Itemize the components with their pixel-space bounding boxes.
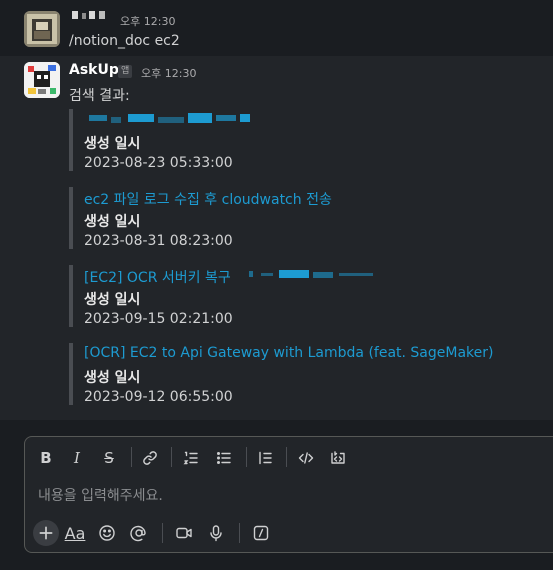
toolbar-divider bbox=[171, 447, 172, 467]
plus-icon[interactable] bbox=[33, 520, 59, 546]
bot-avatar[interactable] bbox=[24, 62, 60, 98]
blockquote-icon[interactable] bbox=[252, 445, 278, 471]
user-avatar[interactable] bbox=[24, 11, 60, 47]
user-name-redacted[interactable] bbox=[69, 9, 109, 21]
strikethrough-icon[interactable]: S bbox=[96, 445, 122, 471]
result-date: 2023-09-15 02:21:00 bbox=[84, 311, 233, 327]
message-timestamp[interactable]: 오후 12:30 bbox=[120, 13, 175, 29]
message-timestamp[interactable]: 오후 12:30 bbox=[141, 65, 196, 81]
search-result: [EC2] OCR 서버키 복구 생성 일시 2023-09-15 02:21:… bbox=[69, 265, 529, 327]
result-title[interactable]: [OCR] EC2 to Api Gateway with Lambda (fe… bbox=[84, 345, 494, 361]
bold-icon[interactable]: B bbox=[33, 445, 59, 471]
result-title[interactable]: ec2 파일 로그 수집 후 cloudwatch 전송 bbox=[84, 189, 332, 209]
result-label: 생성 일시 bbox=[84, 370, 141, 386]
formatting-toolbar: B I S bbox=[25, 437, 553, 477]
user-message: 오후 12:30 /notion_doc ec2 bbox=[0, 0, 553, 56]
result-title-redacted[interactable] bbox=[84, 112, 256, 128]
result-date: 2023-08-23 05:33:00 bbox=[84, 155, 233, 171]
message-text: 검색 결과: bbox=[69, 88, 130, 104]
search-result: 생성 일시 2023-08-23 05:33:00 bbox=[69, 109, 529, 171]
mention-icon[interactable] bbox=[126, 520, 152, 546]
link-icon[interactable] bbox=[137, 445, 163, 471]
result-title-redacted[interactable] bbox=[249, 268, 373, 284]
search-result: [OCR] EC2 to Api Gateway with Lambda (fe… bbox=[69, 343, 529, 405]
emoji-icon[interactable] bbox=[94, 520, 120, 546]
composer-actions: Aa bbox=[25, 517, 553, 549]
result-date: 2023-08-31 08:23:00 bbox=[84, 233, 233, 249]
result-label: 생성 일시 bbox=[84, 214, 141, 230]
microphone-icon[interactable] bbox=[203, 520, 229, 546]
bot-name[interactable]: AskUp bbox=[69, 62, 119, 78]
result-label: 생성 일시 bbox=[84, 292, 141, 308]
slash-command-icon[interactable] bbox=[248, 520, 274, 546]
message-input[interactable]: 내용을 입력해주세요. bbox=[38, 485, 163, 505]
code-icon[interactable] bbox=[293, 445, 319, 471]
result-label: 생성 일시 bbox=[84, 136, 141, 152]
search-result: ec2 파일 로그 수집 후 cloudwatch 전송 생성 일시 2023-… bbox=[69, 187, 529, 249]
message-text: /notion_doc ec2 bbox=[69, 33, 180, 49]
video-icon[interactable] bbox=[171, 520, 197, 546]
code-block-icon[interactable] bbox=[325, 445, 351, 471]
toolbar-divider bbox=[131, 447, 132, 467]
app-badge: 앱 bbox=[118, 65, 133, 78]
bot-message: AskUp 앱 오후 12:30 검색 결과: 생성 일시 2023-08-23… bbox=[0, 56, 553, 420]
message-list: 오후 12:30 /notion_doc ec2 AskUp 앱 오후 12:3… bbox=[0, 0, 553, 425]
result-title[interactable]: [EC2] OCR 서버키 복구 bbox=[84, 267, 231, 287]
ordered-list-icon[interactable] bbox=[178, 445, 204, 471]
message-composer: B I S 내용을 입력해주세요. Aa bbox=[24, 436, 553, 553]
italic-icon[interactable]: I bbox=[64, 445, 90, 471]
toolbar-divider bbox=[162, 523, 163, 543]
result-date: 2023-09-12 06:55:00 bbox=[84, 389, 233, 405]
bullet-list-icon[interactable] bbox=[211, 445, 237, 471]
toolbar-divider bbox=[246, 447, 247, 467]
toolbar-divider bbox=[239, 523, 240, 543]
toolbar-divider bbox=[286, 447, 287, 467]
format-label: Aa bbox=[64, 523, 86, 543]
format-icon[interactable]: Aa bbox=[62, 520, 88, 546]
